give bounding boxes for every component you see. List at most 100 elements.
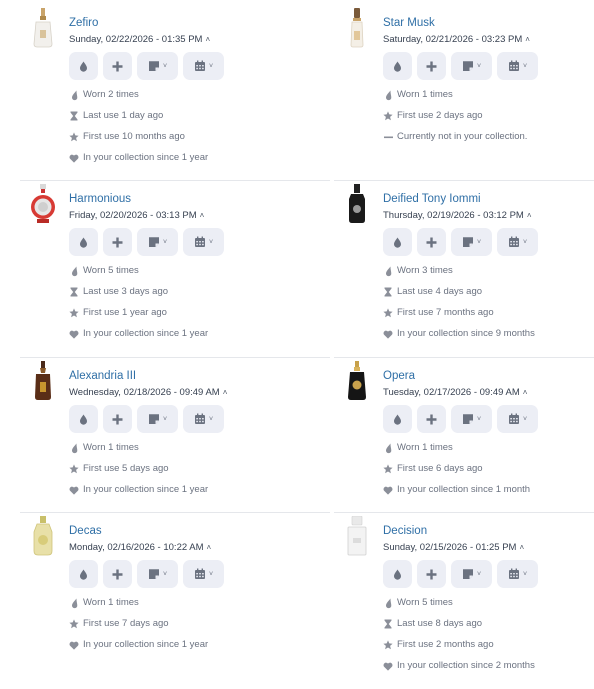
drop-button[interactable] [69, 405, 98, 433]
perfume-name-link[interactable]: Deified Tony Iommi [383, 192, 594, 206]
perfume-name-link[interactable]: Star Musk [383, 16, 594, 30]
drop-button[interactable] [383, 405, 412, 433]
note-button[interactable]: ˅ [137, 228, 178, 256]
calendar-button[interactable]: ˅ [183, 228, 224, 256]
drop-button[interactable] [69, 52, 98, 80]
drop-icon [383, 598, 393, 609]
wear-date[interactable]: Wednesday, 02/18/2026 - 09:49 AM ˄ [69, 387, 339, 399]
perfume-bottle-image[interactable] [29, 361, 57, 401]
drop-icon [69, 266, 79, 277]
wear-date[interactable]: Friday, 02/20/2026 - 03:13 PM ˄ [69, 210, 339, 222]
perfume-name-link[interactable]: Harmonious [69, 192, 339, 206]
stat-text: Last use 1 day ago [83, 110, 164, 121]
drop-button[interactable] [69, 228, 98, 256]
stat-line: Last use 8 days ago [383, 618, 594, 630]
add-button[interactable] [103, 228, 132, 256]
calendar-button[interactable]: ˅ [497, 560, 538, 588]
stat-text: First use 7 months ago [397, 307, 494, 318]
chevron-up-icon[interactable]: ˄ [523, 387, 528, 399]
calendar-button[interactable]: ˅ [183, 560, 224, 588]
calendar-button[interactable]: ˅ [497, 228, 538, 256]
note-button[interactable]: ˅ [451, 560, 492, 588]
perfume-bottle-image[interactable] [29, 184, 57, 224]
calendar-button[interactable]: ˅ [497, 52, 538, 80]
note-button[interactable]: ˅ [137, 52, 178, 80]
wear-date[interactable]: Tuesday, 02/17/2026 - 09:49 AM ˄ [383, 387, 594, 399]
perfume-bottle-image[interactable] [343, 361, 371, 401]
stat-text: Worn 3 times [397, 265, 453, 276]
wear-entry: Star Musk Saturday, 02/21/2026 - 03:23 PM… [350, 8, 594, 143]
calendar-icon [194, 236, 206, 248]
chevron-up-icon[interactable]: ˄ [205, 34, 210, 46]
perfume-bottle-image[interactable] [29, 8, 57, 48]
perfume-name-link[interactable]: Zefiro [69, 16, 339, 30]
chevron-up-icon[interactable]: ˄ [519, 542, 524, 554]
perfume-name-link[interactable]: Decas [69, 524, 339, 538]
note-icon [148, 568, 160, 580]
wear-date[interactable]: Monday, 02/16/2026 - 10:22 AM ˄ [69, 542, 339, 554]
stat-line: Worn 5 times [383, 597, 594, 609]
action-bar: ˅ ˅ [383, 405, 594, 433]
row-divider [334, 357, 594, 358]
drop-icon [393, 414, 402, 425]
drop-icon [79, 569, 88, 580]
stat-text: First use 6 days ago [397, 463, 483, 474]
drop-icon [79, 414, 88, 425]
stat-line: In your collection since 1 year [69, 639, 339, 651]
add-button[interactable] [417, 52, 446, 80]
stat-line: Last use 4 days ago [383, 286, 594, 298]
chevron-up-icon[interactable]: ˄ [207, 542, 212, 554]
calendar-button[interactable]: ˅ [183, 52, 224, 80]
wear-entry: Alexandria III Wednesday, 02/18/2026 - 09… [35, 361, 339, 496]
row-divider [334, 512, 594, 513]
drop-button[interactable] [383, 228, 412, 256]
add-button[interactable] [103, 52, 132, 80]
row-divider [20, 357, 330, 358]
note-button[interactable]: ˅ [451, 52, 492, 80]
perfume-bottle-image[interactable] [343, 8, 371, 48]
add-button[interactable] [417, 405, 446, 433]
add-button[interactable] [103, 405, 132, 433]
drop-button[interactable] [383, 52, 412, 80]
plus-icon [112, 569, 123, 580]
perfume-name-link[interactable]: Decision [383, 524, 594, 538]
stat-line: Worn 2 times [69, 89, 339, 101]
add-button[interactable] [103, 560, 132, 588]
note-button[interactable]: ˅ [137, 405, 178, 433]
drop-button[interactable] [69, 560, 98, 588]
perfume-bottle-image[interactable] [343, 184, 371, 224]
chevron-up-icon[interactable]: ˄ [200, 210, 205, 222]
hourglass-icon [69, 111, 79, 122]
stat-line: First use 1 year ago [69, 307, 339, 319]
wear-date[interactable]: Saturday, 02/21/2026 - 03:23 PM ˄ [383, 34, 594, 46]
perfume-bottle-image[interactable] [29, 516, 57, 556]
plus-icon [426, 569, 437, 580]
wear-date-text: Monday, 02/16/2026 - 10:22 AM [69, 542, 204, 553]
calendar-icon [508, 568, 520, 580]
stat-line: First use 6 days ago [383, 463, 594, 475]
perfume-name-link[interactable]: Opera [383, 369, 594, 383]
chevron-down-icon: ˅ [476, 238, 482, 246]
add-button[interactable] [417, 560, 446, 588]
note-button[interactable]: ˅ [137, 560, 178, 588]
chevron-up-icon[interactable]: ˄ [527, 210, 532, 222]
note-button[interactable]: ˅ [451, 228, 492, 256]
note-button[interactable]: ˅ [451, 405, 492, 433]
add-button[interactable] [417, 228, 446, 256]
minus-icon [383, 132, 393, 143]
stat-line: Worn 5 times [69, 265, 339, 277]
drop-icon [69, 443, 79, 454]
wear-date[interactable]: Thursday, 02/19/2026 - 03:12 PM ˄ [383, 210, 594, 222]
perfume-name-link[interactable]: Alexandria III [69, 369, 339, 383]
calendar-button[interactable]: ˅ [497, 405, 538, 433]
wear-date[interactable]: Sunday, 02/22/2026 - 01:35 PM ˄ [69, 34, 339, 46]
calendar-button[interactable]: ˅ [183, 405, 224, 433]
chevron-up-icon[interactable]: ˄ [223, 387, 228, 399]
chevron-down-icon: ˅ [208, 415, 214, 423]
stat-line: Currently not in your collection. [383, 131, 594, 143]
drop-button[interactable] [383, 560, 412, 588]
wear-date[interactable]: Sunday, 02/15/2026 - 01:25 PM ˄ [383, 542, 594, 554]
perfume-bottle-image[interactable] [343, 516, 371, 556]
stat-line: In your collection since 9 months [383, 328, 594, 340]
chevron-up-icon[interactable]: ˄ [525, 34, 530, 46]
